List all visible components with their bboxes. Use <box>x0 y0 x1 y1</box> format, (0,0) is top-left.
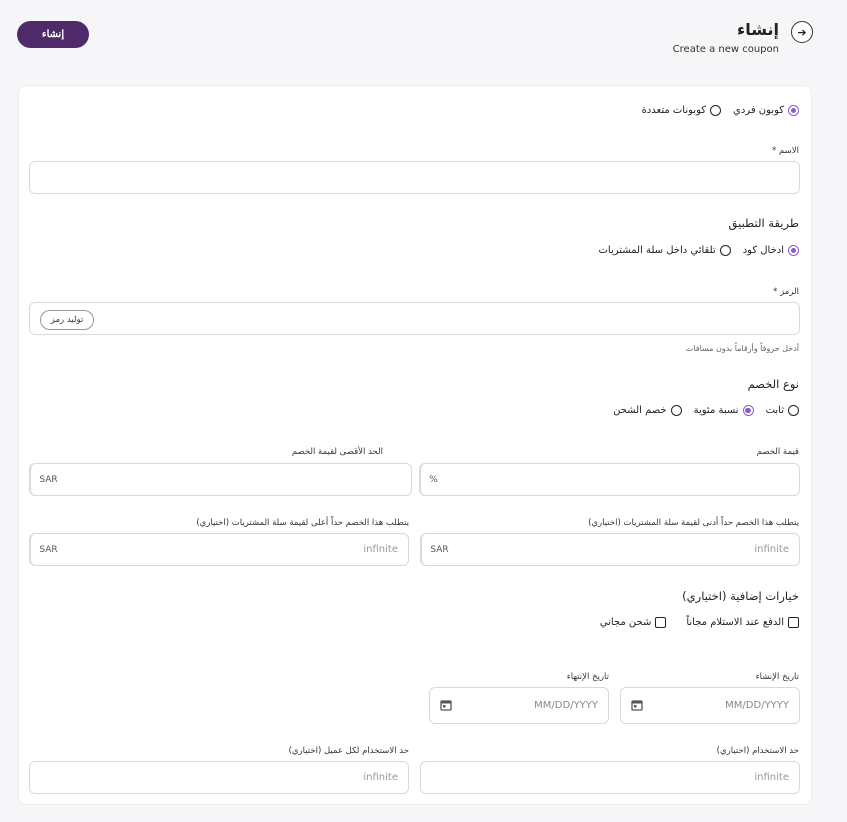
sar-addon: SAR <box>30 464 66 495</box>
discount-type-group: ثابت نسبة مئوية خصم الشحن <box>613 405 799 416</box>
apply-method-group: ادخال كود تلقائي داخل سلة المشتريات <box>599 245 799 256</box>
max-discount-input[interactable]: SAR <box>29 463 412 496</box>
calendar-icon[interactable] <box>440 699 452 711</box>
name-input[interactable] <box>29 161 800 194</box>
start-date-label: تاريخ الإنشاء <box>755 672 799 682</box>
usage-limit-placeholder: infinite <box>754 772 789 783</box>
arrow-right-icon: ➔ <box>797 25 807 39</box>
end-date-placeholder: MM/DD/YYYY <box>534 700 598 711</box>
radio-shipping-discount[interactable]: خصم الشحن <box>613 405 682 416</box>
coupon-form-card: كوبون فردي كوبونات متعددة الاسم * طريقة … <box>18 85 812 805</box>
max-cart-placeholder: infinite <box>363 544 398 555</box>
usage-per-customer-input[interactable]: infinite <box>29 761 409 794</box>
extra-options-group: الدفع عند الاستلام مجاناً شحن مجاني <box>600 617 799 628</box>
page-header: ➔ إنشاء Create a new coupon إنشاء <box>0 18 847 68</box>
discount-value-label: قيمة الخصم <box>756 447 799 457</box>
radio-fixed[interactable]: ثابت <box>766 405 799 416</box>
page-subtitle: Create a new coupon <box>672 44 779 55</box>
max-discount-label: الحد الأقصى لقيمة الخصم <box>291 447 383 457</box>
max-cart-label: يتطلب هذا الخصم حداً أعلى لقيمة سلة المش… <box>196 518 409 528</box>
coupon-type-group: كوبون فردي كوبونات متعددة <box>642 105 799 116</box>
code-label: الرمز * <box>773 287 799 297</box>
start-date-placeholder: MM/DD/YYYY <box>725 700 789 711</box>
percent-addon: % <box>420 464 446 495</box>
discount-value-input[interactable]: % <box>419 463 800 496</box>
create-button[interactable]: إنشاء <box>17 21 89 48</box>
checkbox-cod-free[interactable]: الدفع عند الاستلام مجاناً <box>686 617 799 628</box>
sar-addon: SAR <box>30 534 66 565</box>
back-button[interactable]: ➔ <box>791 21 813 43</box>
discount-type-title: نوع الخصم <box>747 377 799 391</box>
radio-enter-code[interactable]: ادخال كود <box>743 245 799 256</box>
min-cart-label: يتطلب هذا الخصم حداً أدنى لقيمة سلة المش… <box>588 518 799 528</box>
code-hint: أدخل حروفاً وأرقاماً بدون مسافات <box>685 344 799 353</box>
checkbox-free-shipping[interactable]: شحن مجاني <box>600 617 667 628</box>
usage-per-customer-label: حد الاستخدام لكل عميل (اختياري) <box>288 746 409 756</box>
end-date-label: تاريخ الإنتهاء <box>566 672 609 682</box>
radio-automatic[interactable]: تلقائي داخل سلة المشتريات <box>599 245 731 256</box>
min-cart-input[interactable]: SAR infinite <box>420 533 800 566</box>
end-date-input[interactable]: MM/DD/YYYY <box>429 687 609 724</box>
radio-multiple-coupons[interactable]: كوبونات متعددة <box>642 105 722 116</box>
radio-single-coupon[interactable]: كوبون فردي <box>733 105 799 116</box>
min-cart-placeholder: infinite <box>754 544 789 555</box>
start-date-input[interactable]: MM/DD/YYYY <box>620 687 800 724</box>
generate-code-button[interactable]: توليد رمز <box>40 310 94 330</box>
code-input[interactable]: توليد رمز <box>29 302 800 335</box>
calendar-icon[interactable] <box>631 699 643 711</box>
usage-per-customer-placeholder: infinite <box>363 772 398 783</box>
radio-percentage[interactable]: نسبة مئوية <box>694 405 754 416</box>
page-title: إنشاء <box>737 20 779 39</box>
sar-addon: SAR <box>421 534 457 565</box>
usage-limit-label: حد الاستخدام (اختياري) <box>716 746 799 756</box>
max-cart-input[interactable]: SAR infinite <box>29 533 409 566</box>
extra-options-title: خيارات إضافية (اختياري) <box>682 589 799 603</box>
usage-limit-input[interactable]: infinite <box>420 761 800 794</box>
apply-method-title: طريقة التطبيق <box>728 216 799 230</box>
name-label: الاسم * <box>772 146 799 156</box>
